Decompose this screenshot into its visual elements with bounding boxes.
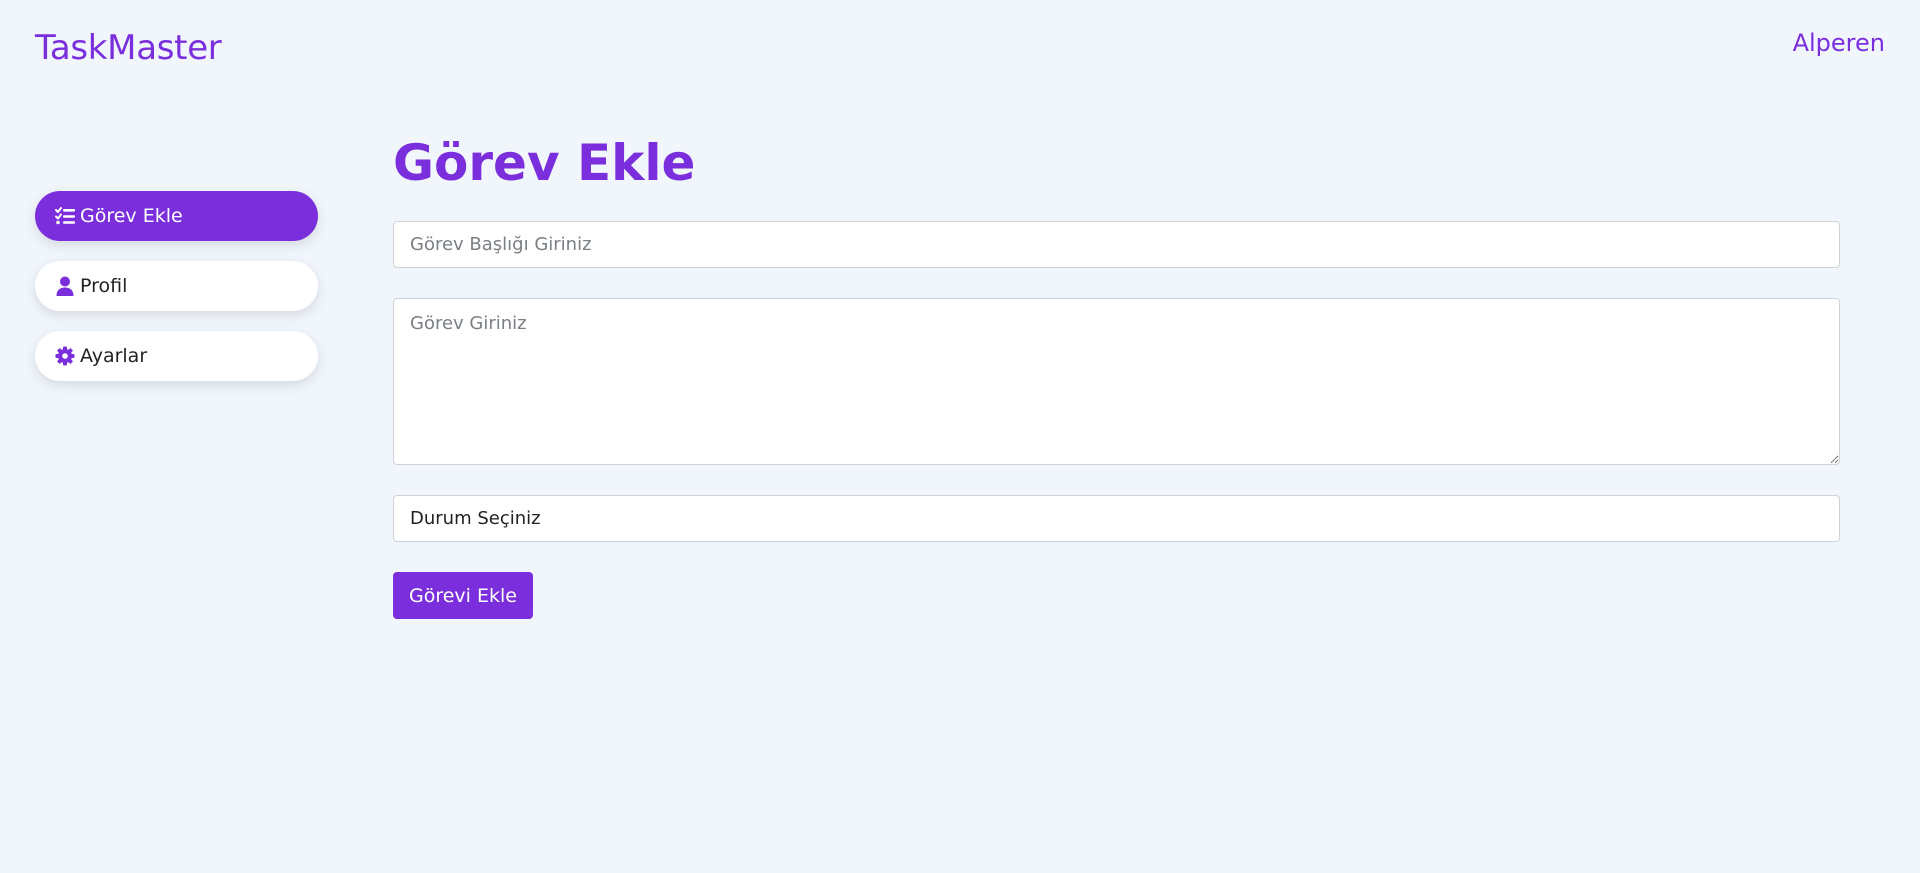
list-check-icon <box>54 205 76 227</box>
user-name-link[interactable]: Alperen <box>1793 29 1885 57</box>
status-select-value: Durum Seçiniz <box>410 508 541 529</box>
add-task-button[interactable]: Görevi Ekle <box>393 572 533 619</box>
sidebar-item-profil[interactable]: Profil <box>35 261 318 311</box>
sidebar: Görev Ekle Profil Ayarlar <box>35 191 318 401</box>
sidebar-item-gorev-ekle[interactable]: Görev Ekle <box>35 191 318 241</box>
main-content: Görev Ekle Durum Seçiniz Görevi Ekle <box>393 130 1840 619</box>
gear-icon <box>54 345 76 367</box>
sidebar-item-ayarlar[interactable]: Ayarlar <box>35 331 318 381</box>
status-select[interactable]: Durum Seçiniz <box>393 495 1840 542</box>
brand-logo[interactable]: TaskMaster <box>35 28 222 68</box>
sidebar-item-label: Ayarlar <box>80 345 148 367</box>
task-description-textarea[interactable] <box>393 298 1840 465</box>
task-title-input[interactable] <box>393 221 1840 268</box>
user-icon <box>54 275 76 297</box>
page-title: Görev Ekle <box>393 134 696 192</box>
sidebar-item-label: Görev Ekle <box>80 205 183 227</box>
sidebar-item-label: Profil <box>80 275 128 297</box>
